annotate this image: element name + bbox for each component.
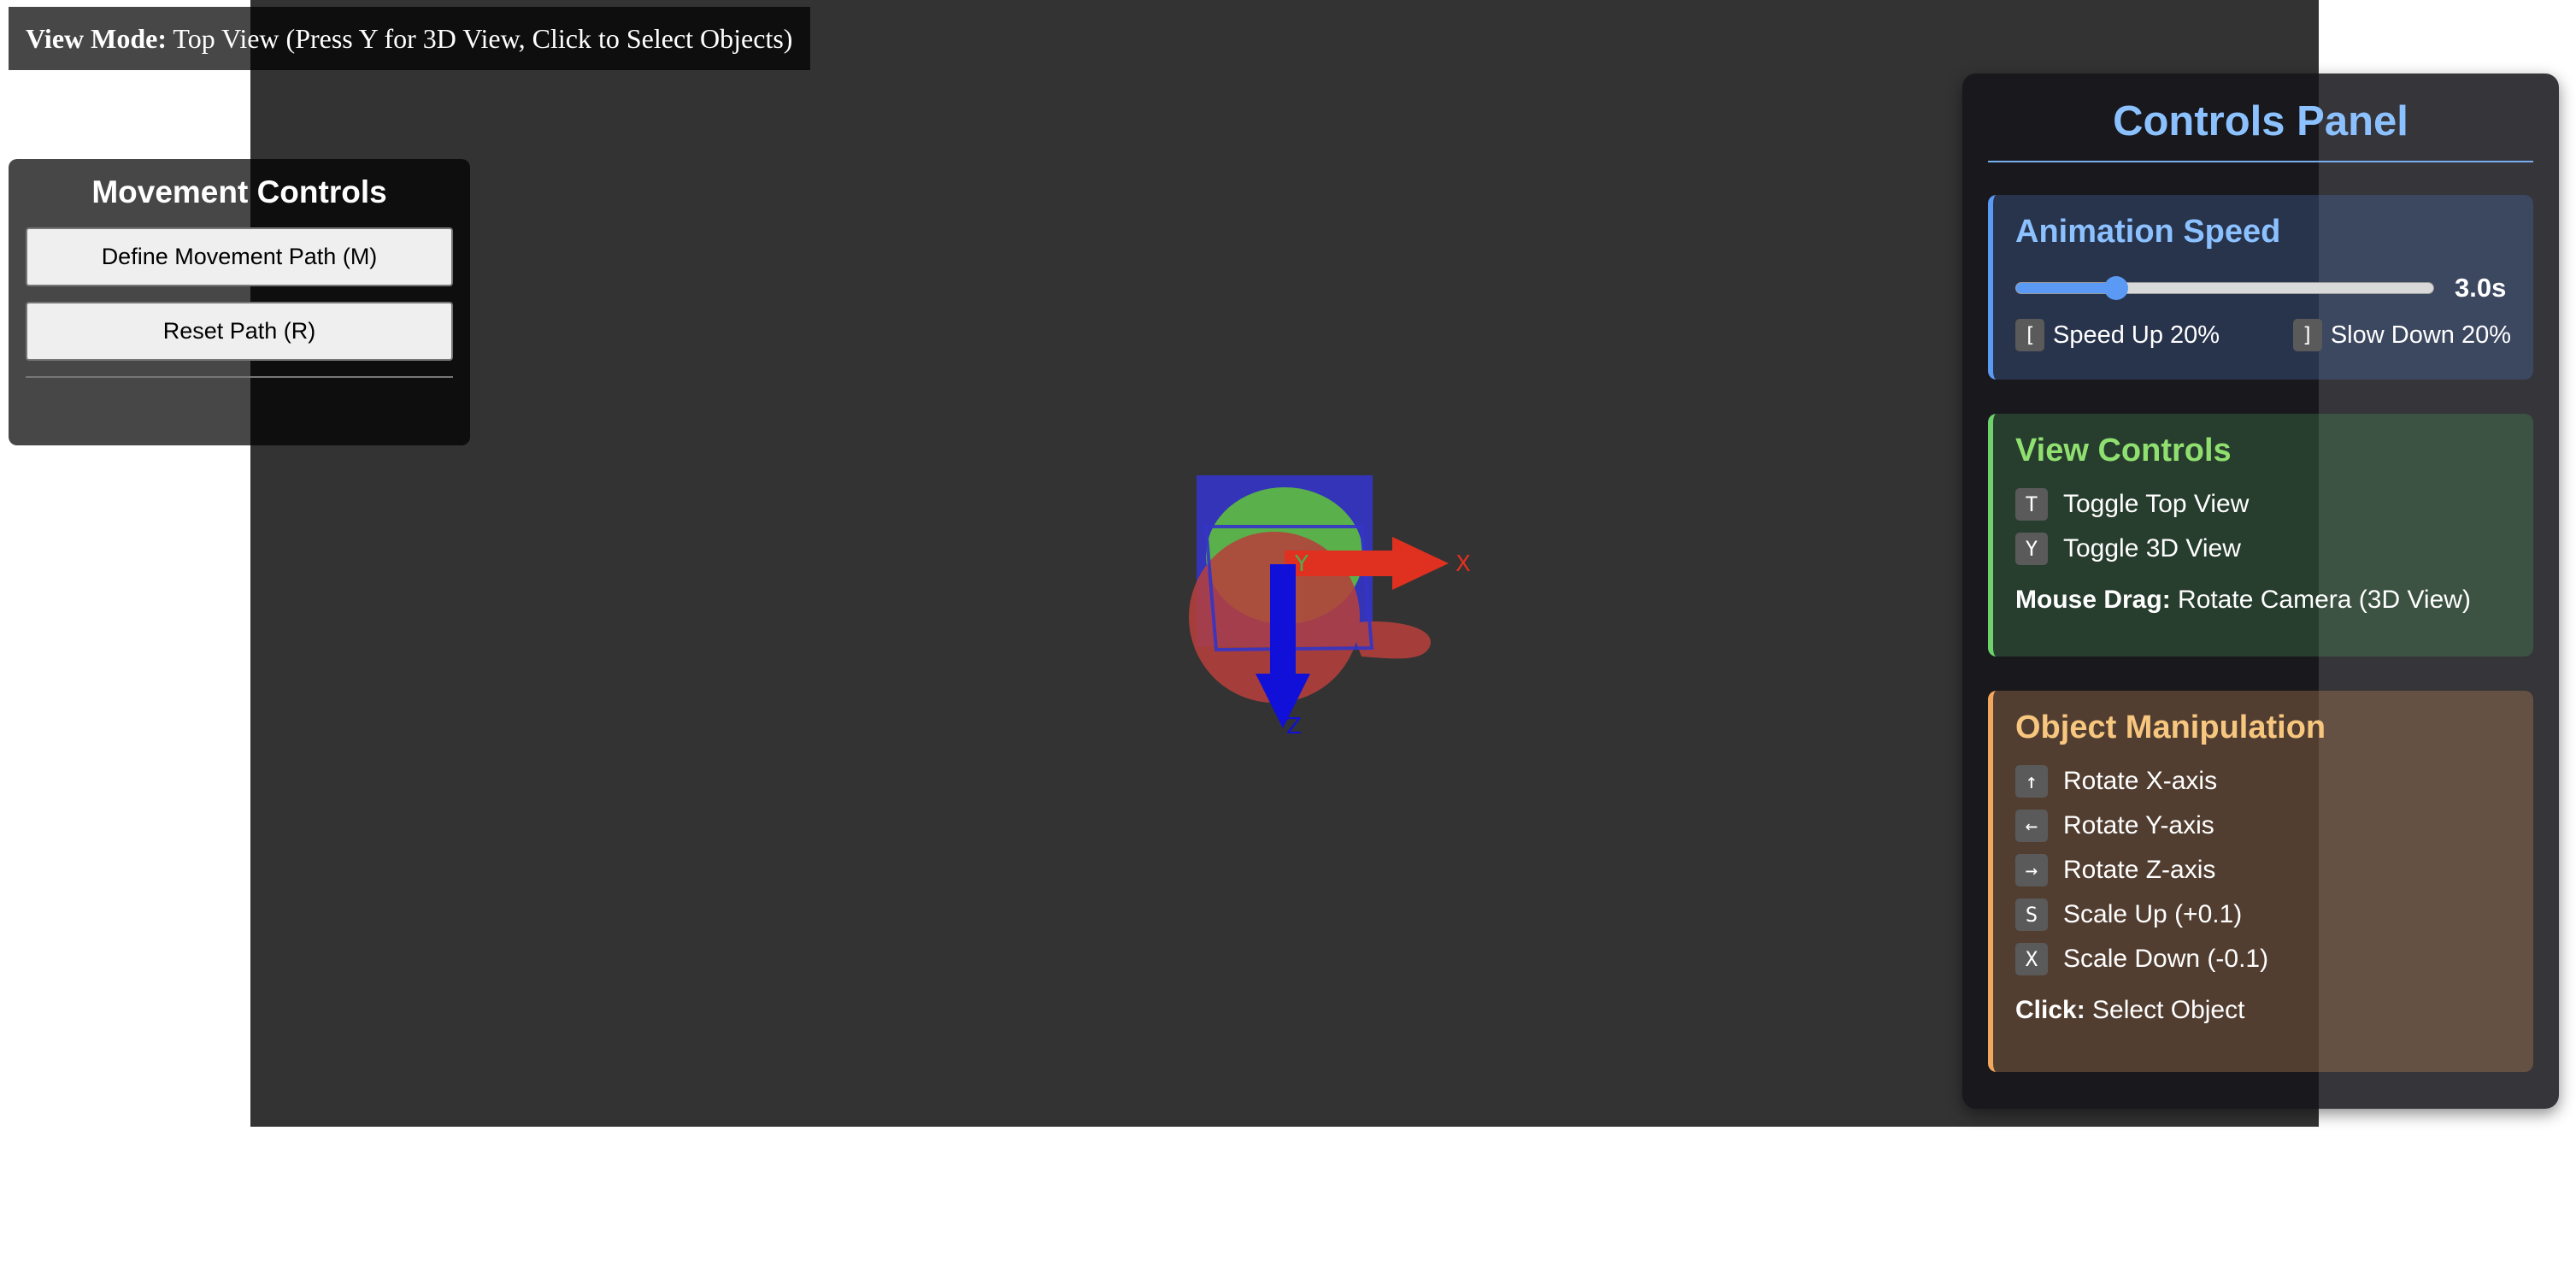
shortcut-row: → Rotate Z-axis (2015, 854, 2511, 886)
rotate-y-label: Rotate Y-axis (2063, 811, 2214, 839)
toggle-3d-view-label: Toggle 3D View (2063, 534, 2241, 562)
rotate-x-label: Rotate X-axis (2063, 767, 2218, 795)
shortcut-row: ↑ Rotate X-axis (2015, 765, 2511, 798)
shortcut-row: T Toggle Top View (2015, 488, 2511, 521)
define-movement-path-button[interactable]: Define Movement Path (M) (26, 227, 453, 286)
z-axis-label: Z (1286, 714, 1302, 739)
shortcut-row: Y Toggle 3D View (2015, 533, 2511, 565)
shortcut-row: X Scale Down (-0.1) (2015, 943, 2511, 975)
object-manipulation-title: Object Manipulation (2015, 710, 2326, 745)
arrow-left-key: ← (2015, 810, 2048, 842)
movement-controls-title: Movement Controls (91, 174, 387, 209)
view-mode-banner: View Mode: Top View (Press Y for 3D View… (9, 7, 810, 70)
mouse-drag-note-label: Mouse Drag: (2015, 586, 2171, 614)
view-mode-text: Top View (Press Y for 3D View, Click to … (173, 23, 793, 54)
animation-speed-section: Animation Speed 3.0s [ Speed Up 20% ] Sl… (1988, 195, 2533, 380)
animation-speed-slider[interactable] (2015, 276, 2434, 300)
controls-panel: Controls Panel Animation Speed 3.0s [ Sp… (1962, 74, 2559, 1109)
controls-panel-title: Controls Panel (1988, 97, 2533, 162)
x-axis-label: X (1456, 551, 1471, 577)
slow-down-label: Slow Down 20% (2330, 321, 2511, 349)
rotate-z-label: Rotate Z-axis (2063, 856, 2216, 884)
click-note: Click: Select Object (2015, 996, 2511, 1025)
movement-controls-panel: Movement Controls Define Movement Path (… (9, 159, 470, 445)
toggle-3d-view-key: Y (2015, 533, 2048, 565)
slider-thumb[interactable] (2104, 276, 2129, 300)
scale-up-key: S (2015, 898, 2048, 931)
scale-down-key: X (2015, 943, 2048, 975)
slider-fill (2016, 283, 2117, 293)
shortcut-row: ← Rotate Y-axis (2015, 810, 2511, 842)
speed-up-key: [ (2015, 319, 2044, 351)
view-controls-section: View Controls T Toggle Top View Y Toggle… (1988, 414, 2533, 657)
shortcut-row: S Scale Up (+0.1) (2015, 898, 2511, 931)
arrow-up-key: ↑ (2015, 765, 2048, 798)
view-controls-title: View Controls (2015, 433, 2232, 468)
view-mode-label: View Mode: (26, 23, 167, 54)
toggle-top-view-label: Toggle Top View (2063, 490, 2250, 518)
y-axis-label: Y (1294, 551, 1309, 577)
mouse-drag-note: Mouse Drag: Rotate Camera (3D View) (2015, 586, 2511, 615)
movement-divider (26, 376, 453, 378)
scale-up-label: Scale Up (+0.1) (2063, 900, 2243, 928)
reset-path-button[interactable]: Reset Path (R) (26, 302, 453, 361)
speed-value: 3.0s (2455, 273, 2507, 303)
scale-down-label: Scale Down (-0.1) (2063, 945, 2269, 973)
arrow-right-key: → (2015, 854, 2048, 886)
click-note-label: Click: (2015, 996, 2085, 1024)
click-note-text: Select Object (2085, 996, 2245, 1024)
object-manipulation-section: Object Manipulation ↑ Rotate X-axis ← Ro… (1988, 691, 2533, 1072)
speed-up-label: Speed Up 20% (2053, 321, 2220, 349)
mouse-drag-note-text: Rotate Camera (3D View) (2170, 586, 2471, 614)
animation-speed-title: Animation Speed (2015, 214, 2281, 250)
z-axis-arrow-shaft (1270, 564, 1296, 674)
x-axis-arrow-head (1392, 537, 1449, 590)
slow-down-key: ] (2292, 319, 2322, 351)
toggle-top-view-key: T (2015, 488, 2048, 521)
